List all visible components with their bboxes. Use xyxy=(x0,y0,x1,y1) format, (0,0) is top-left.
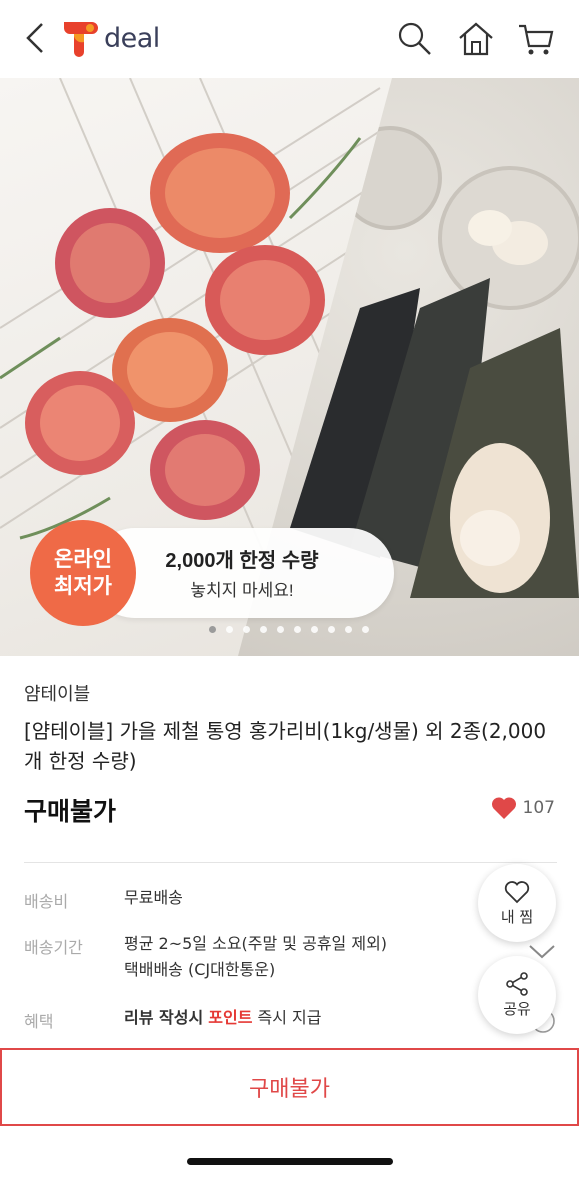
carousel-dot[interactable] xyxy=(362,626,369,633)
carousel-dot[interactable] xyxy=(345,626,352,633)
carousel-dot[interactable] xyxy=(209,626,216,633)
delivery-label: 배송기간 xyxy=(24,938,83,957)
carousel-dot[interactable] xyxy=(226,626,233,633)
share-label: 공유 xyxy=(503,999,531,1018)
search-icon xyxy=(398,22,431,55)
heart-outline-icon xyxy=(504,880,530,903)
home-button[interactable] xyxy=(457,20,495,58)
shipping-fee-label: 배송비 xyxy=(24,892,69,911)
search-button[interactable] xyxy=(396,20,434,58)
benefit-value: 리뷰 작성시 포인트 즉시 지급 xyxy=(124,1005,322,1031)
home-icon xyxy=(459,22,493,56)
carousel-dot[interactable] xyxy=(243,626,250,633)
promo-headline: 2,000개 한정 수량 xyxy=(165,550,319,572)
benefit-label: 혜택 xyxy=(24,1012,54,1031)
product-image-carousel[interactable]: 온라인 최저가 2,000개 한정 수량 놓치지 마세요! xyxy=(0,78,579,656)
heart-icon xyxy=(491,797,516,819)
tdeal-logo[interactable]: deal xyxy=(62,18,160,58)
carousel-pagination xyxy=(0,626,579,633)
logo-text: deal xyxy=(104,22,160,54)
home-indicator[interactable] xyxy=(187,1158,393,1165)
like-button[interactable]: 107 xyxy=(491,796,555,820)
carousel-dot[interactable] xyxy=(311,626,318,633)
wishlist-label: 내 찜 xyxy=(500,907,534,926)
product-title: [얌테이블] 가을 제철 통영 홍가리비(1kg/생물) 외 2종(2,000개… xyxy=(24,719,547,773)
purchase-unavailable-button[interactable]: 구매불가 xyxy=(0,1048,579,1126)
scallop-shells xyxy=(25,133,325,520)
promo-banner: 온라인 최저가 2,000개 한정 수량 놓치지 마세요! xyxy=(30,520,394,626)
purchase-status: 구매불가 xyxy=(24,797,117,826)
carousel-dot[interactable] xyxy=(277,626,284,633)
share-icon xyxy=(506,971,528,996)
share-float-button[interactable]: 공유 xyxy=(478,956,556,1034)
chevron-down-icon[interactable] xyxy=(528,944,556,960)
benefit-suffix: 즉시 지급 xyxy=(257,1008,322,1027)
back-button[interactable] xyxy=(22,20,52,56)
carousel-dot[interactable] xyxy=(294,626,301,633)
cart-icon xyxy=(519,24,554,55)
section-divider xyxy=(24,862,557,863)
delivery-carrier-value: 택배배송 (CJ대한통운) xyxy=(124,960,276,979)
cart-button[interactable] xyxy=(517,20,555,58)
brand-name[interactable]: 얌테이블 xyxy=(24,680,90,706)
shipping-fee-value: 무료배송 xyxy=(124,888,183,907)
delivery-period-value: 평균 2~5일 소요(주말 및 공휴일 제외) xyxy=(124,934,388,953)
wishlist-float-button[interactable]: 내 찜 xyxy=(478,864,556,942)
promo-subline: 놓치지 마세요! xyxy=(190,581,294,600)
lowest-price-badge: 온라인 최저가 xyxy=(30,520,136,626)
back-icon xyxy=(26,23,43,53)
benefit-point: 포인트 xyxy=(208,1008,253,1027)
carousel-dot[interactable] xyxy=(260,626,267,633)
like-count: 107 xyxy=(522,798,555,818)
t-logo-icon xyxy=(64,22,98,57)
top-header: deal xyxy=(0,0,579,78)
carousel-dot[interactable] xyxy=(328,626,335,633)
benefit-prefix: 리뷰 작성시 xyxy=(124,1008,204,1027)
